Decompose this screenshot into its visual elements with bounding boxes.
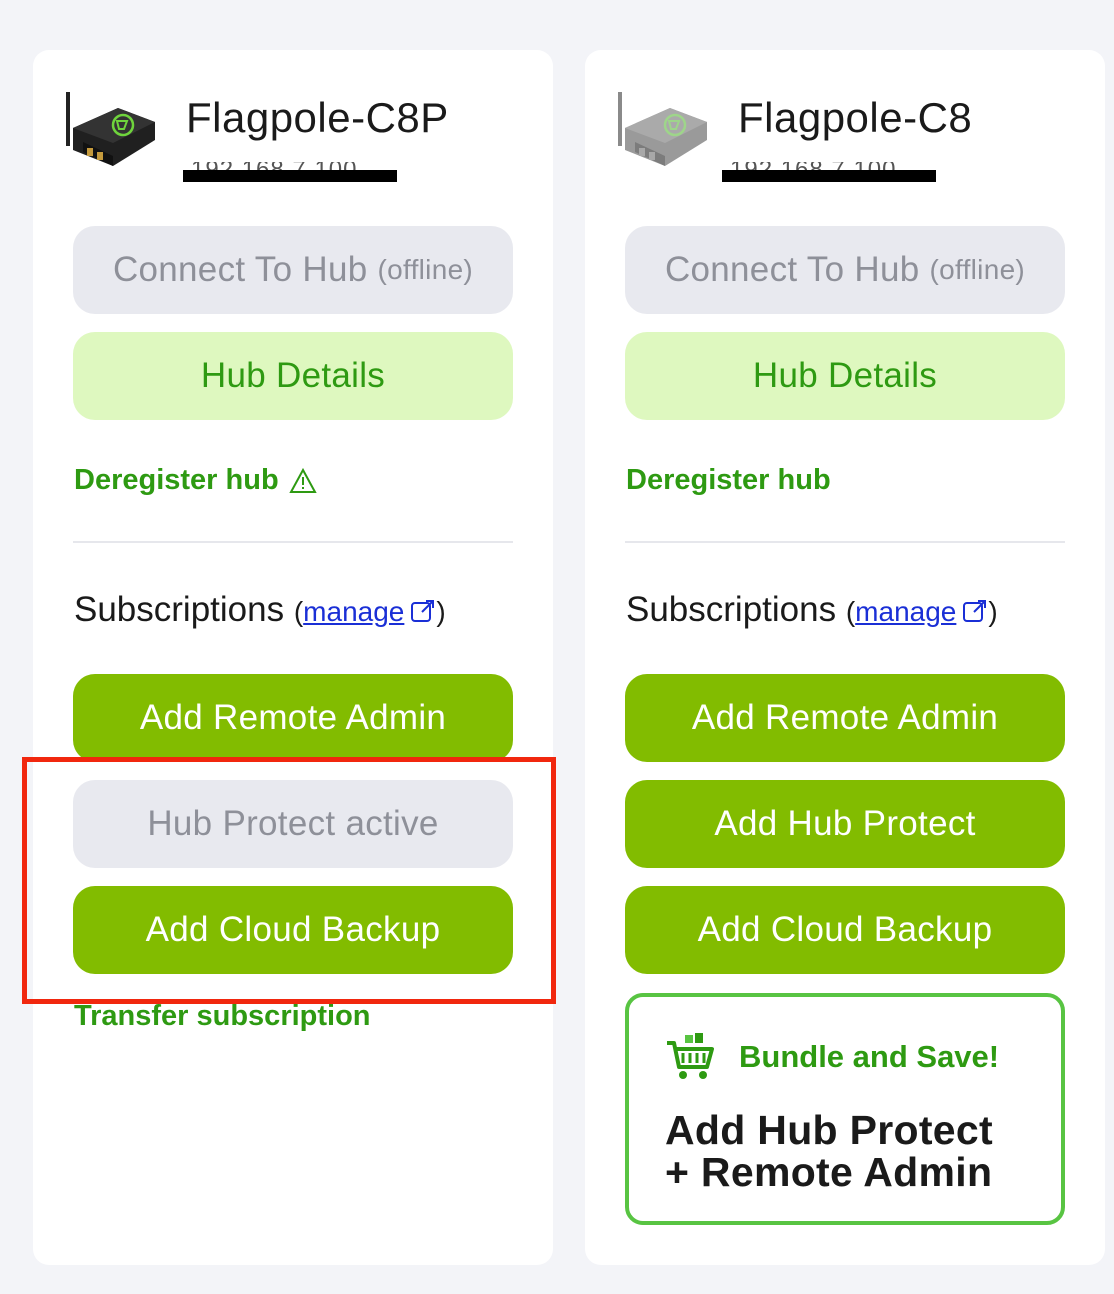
deregister-hub-link[interactable]: Deregister hub [74,464,317,497]
redaction-bar [722,170,936,182]
hub-name: Flagpole-C8P [186,94,449,141]
bundle-title: Bundle and Save! [739,1039,1000,1074]
add-cloud-backup-button[interactable]: Add Cloud Backup [625,886,1065,974]
manage-link[interactable]: manage [303,596,404,627]
paren-close: ) [988,596,998,627]
hub-device-icon [618,92,707,166]
subscriptions-label: Subscriptions [626,590,837,629]
bundle-offer-card[interactable]: Bundle and Save! Add Hub Protect + Remot… [625,993,1065,1225]
shopping-cart-icon [667,1033,714,1079]
deregister-hub-link[interactable]: Deregister hub [626,464,831,497]
divider [625,541,1065,543]
divider [73,541,513,543]
paren-close: ) [436,596,446,627]
add-hub-protect-button[interactable]: Add Hub Protect [625,780,1065,868]
offline-status: (offline) [929,254,1026,285]
subscriptions-label: Subscriptions [74,590,285,629]
bundle-line-1: Add Hub Protect [665,1107,993,1153]
deregister-label: Deregister hub [626,464,831,496]
hub-ip-redacted: 192.168.7.100 [722,162,936,182]
add-remote-admin-button[interactable]: Add Remote Admin [73,674,513,762]
hub-card-flagpole-c8: Flagpole-C8 192.168.7.100 Connect To Hub… [585,50,1105,1265]
subscriptions-heading: Subscriptions (manage ) [626,590,998,630]
paren-open: ( [845,596,856,627]
highlight-box [22,757,556,1004]
connect-label: Connect To Hub [664,250,920,289]
add-remote-admin-button[interactable]: Add Remote Admin [625,674,1065,762]
hub-details-button[interactable]: Hub Details [73,332,513,420]
manage-link[interactable]: manage [855,596,956,627]
hub-name: Flagpole-C8 [738,94,973,141]
hub-device-icon [66,92,155,166]
paren-open: ( [293,596,304,627]
connect-to-hub-button[interactable]: Connect To Hub (offline) [73,226,513,314]
connect-label: Connect To Hub [112,250,368,289]
hub-card-flagpole-c8p: Flagpole-C8P 192.168.7.100 Connect To Hu… [33,50,553,1265]
hub-ip-redacted: 192.168.7.100 [183,162,397,182]
transfer-subscription-link[interactable]: Transfer subscription [74,1000,371,1033]
warning-triangle-icon [288,467,317,493]
deregister-label: Deregister hub [74,464,279,496]
external-link-icon[interactable] [410,598,436,624]
redaction-bar [183,170,397,182]
connect-to-hub-button[interactable]: Connect To Hub (offline) [625,226,1065,314]
subscriptions-heading: Subscriptions (manage ) [74,590,446,630]
hub-details-button[interactable]: Hub Details [625,332,1065,420]
bundle-line-2: + Remote Admin [665,1149,993,1195]
offline-status: (offline) [377,254,474,285]
external-link-icon[interactable] [962,598,988,624]
